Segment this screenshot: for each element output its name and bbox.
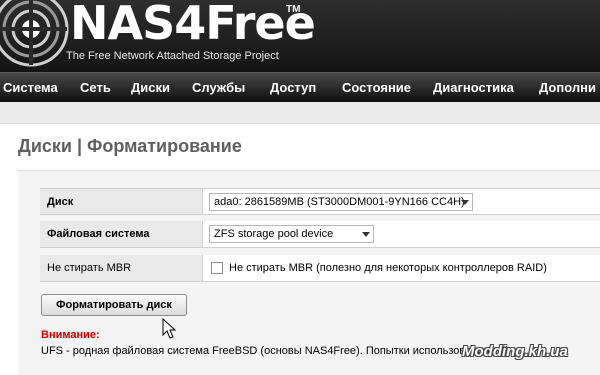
chevron-down-icon <box>461 200 469 205</box>
sub-nav-band <box>0 102 600 124</box>
disk-logo-icon <box>0 0 69 67</box>
chevron-down-icon <box>362 232 370 237</box>
page-title: Диски | Форматирование <box>18 136 242 156</box>
disk-row: Диск ada0: 2861589MB (ST3000DM001-9YN166… <box>40 188 600 215</box>
watermark: Modding.kh.ua <box>462 343 568 360</box>
nav-extra[interactable]: Дополни <box>539 80 596 95</box>
nav-services[interactable]: Службы <box>192 80 245 95</box>
filesystem-label: Файловая система <box>40 221 203 247</box>
disk-select[interactable]: ada0: 2861589MB (ST3000DM001-9YN166 CC4H… <box>209 193 473 211</box>
mouse-cursor-icon <box>162 318 177 339</box>
brand-name[interactable]: NAS4Free <box>70 0 316 50</box>
filesystem-value-cell: ZFS storage pool device <box>203 221 600 247</box>
format-disk-button[interactable]: Форматировать диск <box>41 294 187 316</box>
mbr-checkbox-label[interactable]: Не стирать MBR (полезно для некоторых ко… <box>229 255 547 282</box>
filesystem-select-value: ZFS storage pool device <box>214 228 334 240</box>
mbr-row: Не стирать MBR Не стирать MBR (полезно д… <box>40 255 600 282</box>
mbr-checkbox[interactable] <box>211 262 223 274</box>
filesystem-row: Файловая система ZFS storage pool device <box>40 221 600 248</box>
app-header: NAS4Free TM The Free Network Attached St… <box>0 0 600 72</box>
mbr-label: Не стирать MBR <box>40 255 203 281</box>
disk-label: Диск <box>40 189 203 214</box>
trademark-mark: TM <box>286 4 301 15</box>
disk-value-cell: ada0: 2861589MB (ST3000DM001-9YN166 CC4H… <box>203 189 600 214</box>
nav-system[interactable]: Система <box>3 80 58 95</box>
nav-network[interactable]: Сеть <box>80 80 111 95</box>
warning-label: Внимание: <box>41 329 100 341</box>
nav-diagnostics[interactable]: Диагностика <box>433 80 514 95</box>
nav-disks[interactable]: Диски <box>131 80 170 95</box>
disk-select-value: ada0: 2861589MB (ST3000DM001-9YN166 CC4H… <box>214 196 465 208</box>
mbr-value-cell: Не стирать MBR (полезно для некоторых ко… <box>203 255 600 281</box>
nav-access[interactable]: Доступ <box>270 80 316 95</box>
main-nav: Система Сеть Диски Службы Доступ Состоян… <box>0 72 600 102</box>
nav-status[interactable]: Состояние <box>342 80 411 95</box>
tagline: The Free Network Attached Storage Projec… <box>66 50 279 62</box>
filesystem-select[interactable]: ZFS storage pool device <box>209 225 374 243</box>
